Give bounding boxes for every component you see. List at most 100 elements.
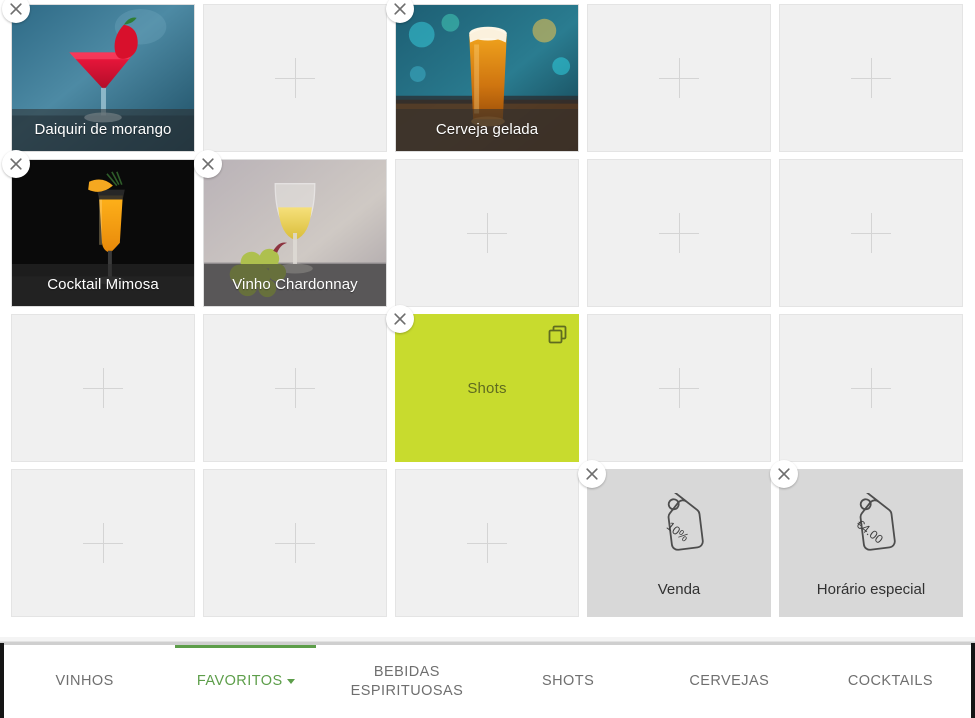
grid-cell	[587, 159, 771, 314]
add-product-tile[interactable]	[587, 314, 771, 462]
product-label: Vinho Chardonnay	[232, 276, 358, 293]
grid-cell: Vinho Chardonnay	[194, 150, 387, 314]
tab-cervejas[interactable]: CERVEJAS	[649, 645, 810, 718]
plus-icon	[851, 368, 891, 408]
remove-tile-button[interactable]	[386, 305, 414, 333]
product-tile[interactable]: Cocktail Mimosa	[11, 159, 195, 307]
plus-icon	[83, 523, 123, 563]
product-grid: Daiquiri de morango Cerveja gelada Cocktai…	[0, 0, 975, 624]
close-icon	[394, 3, 406, 15]
promo-tile[interactable]: 10% Venda	[587, 469, 771, 617]
remove-tile-button[interactable]	[578, 460, 606, 488]
category-tab-bar: VINHOS FAVORITOS BEBIDAS ESPIRITUOSAS SHOTS…	[4, 645, 971, 718]
add-product-tile[interactable]	[203, 469, 387, 617]
grid-cell	[395, 159, 579, 314]
promo-label: Horário especial	[816, 580, 926, 598]
tab-label: BEBIDAS ESPIRITUOSAS	[350, 663, 464, 699]
product-tile[interactable]: Daiquiri de morango	[11, 4, 195, 152]
plus-icon	[851, 213, 891, 253]
add-product-tile[interactable]	[203, 314, 387, 462]
active-tab-indicator	[175, 645, 317, 648]
grid-cell	[11, 469, 195, 624]
product-label: Daiquiri de morango	[34, 121, 172, 138]
price-tag-wrap: €4.00	[825, 492, 917, 567]
add-product-tile[interactable]	[11, 469, 195, 617]
add-product-tile[interactable]	[779, 4, 963, 152]
remove-tile-button[interactable]	[2, 150, 30, 178]
grid-cell	[203, 4, 387, 159]
grid-cell: Cerveja gelada	[386, 0, 579, 159]
remove-tile-button[interactable]	[770, 460, 798, 488]
svg-text:10%: 10%	[664, 518, 692, 544]
grid-cell	[779, 314, 963, 469]
product-label-band: Cerveja gelada	[396, 109, 578, 151]
close-icon	[10, 3, 22, 15]
add-product-tile[interactable]	[779, 159, 963, 307]
grid-cell	[203, 314, 387, 469]
add-product-tile[interactable]	[587, 4, 771, 152]
chevron-down-icon[interactable]	[286, 678, 295, 684]
grid-cell	[11, 314, 195, 469]
grid-cell	[779, 159, 963, 314]
product-label-band: Vinho Chardonnay	[204, 264, 386, 306]
tab-cocktails[interactable]: COCKTAILS	[810, 645, 971, 718]
grid-cell: €4.00 Horário especial	[770, 460, 963, 624]
product-tile[interactable]: Cerveja gelada	[395, 4, 579, 152]
tab-vinhos[interactable]: VINHOS	[4, 645, 165, 718]
bottom-navigation: VINHOS FAVORITOS BEBIDAS ESPIRITUOSAS SHOTS…	[0, 637, 975, 718]
plus-icon	[275, 58, 315, 98]
grid-scroll-area[interactable]: Daiquiri de morango Cerveja gelada Cocktai…	[0, 0, 975, 637]
close-icon	[10, 158, 22, 170]
grid-cell: Shots	[386, 305, 579, 469]
grid-cell: 10% Venda	[578, 460, 771, 624]
close-icon	[394, 313, 406, 325]
nav-top-divider	[0, 637, 975, 645]
price-tag-icon: €4.00	[854, 492, 896, 551]
add-product-tile[interactable]	[395, 159, 579, 307]
svg-text:€4.00: €4.00	[854, 516, 887, 546]
grid-cell	[203, 469, 387, 624]
add-product-tile[interactable]	[395, 469, 579, 617]
tab-label: FAVORITOS	[196, 673, 283, 689]
tab-shots[interactable]: SHOTS	[488, 645, 649, 718]
price-tag-icon: 10%	[664, 492, 704, 551]
grid-cell	[779, 4, 963, 159]
category-label: Shots	[467, 379, 507, 397]
plus-icon	[467, 523, 507, 563]
price-tag-wrap: 10%	[633, 492, 725, 567]
grid-cell	[395, 469, 579, 624]
product-tile[interactable]: Vinho Chardonnay	[203, 159, 387, 307]
remove-tile-button[interactable]	[194, 150, 222, 178]
category-tile[interactable]: Shots	[395, 314, 579, 462]
add-product-tile[interactable]	[587, 159, 771, 307]
add-product-tile[interactable]	[203, 4, 387, 152]
tab-bebidas-espirituosas[interactable]: BEBIDAS ESPIRITUOSAS	[326, 645, 487, 718]
plus-icon	[83, 368, 123, 408]
add-product-tile[interactable]	[11, 314, 195, 462]
plus-icon	[275, 368, 315, 408]
close-icon	[202, 158, 214, 170]
promo-label: Venda	[657, 580, 701, 598]
grid-cell: Cocktail Mimosa	[2, 150, 195, 314]
plus-icon	[659, 58, 699, 98]
close-icon	[586, 468, 598, 480]
plus-icon	[659, 368, 699, 408]
product-label: Cocktail Mimosa	[47, 276, 159, 293]
tab-label: SHOTS	[542, 673, 595, 689]
product-label-band: Daiquiri de morango	[12, 109, 194, 151]
tab-label: VINHOS	[55, 673, 114, 689]
product-label: Cerveja gelada	[435, 121, 539, 138]
grid-cell	[587, 314, 771, 469]
duplicate-icon[interactable]	[547, 324, 569, 346]
nav-right-edge	[971, 643, 975, 718]
product-label-band: Cocktail Mimosa	[12, 264, 194, 306]
close-icon	[778, 468, 790, 480]
product-grid-screen: Daiquiri de morango Cerveja gelada Cocktai…	[0, 0, 975, 718]
grid-cell	[587, 4, 771, 159]
plus-icon	[467, 213, 507, 253]
promo-tile[interactable]: €4.00 Horário especial	[779, 469, 963, 617]
plus-icon	[275, 523, 315, 563]
tab-favoritos[interactable]: FAVORITOS	[165, 645, 326, 718]
add-product-tile[interactable]	[779, 314, 963, 462]
plus-icon	[659, 213, 699, 253]
